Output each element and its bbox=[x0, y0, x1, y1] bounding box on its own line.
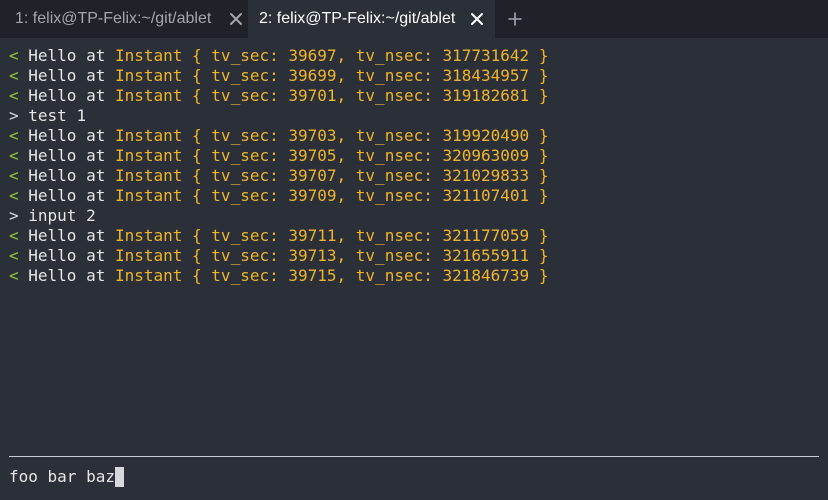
tab-label: 1: felix@TP-Felix:~/git/ablet bbox=[15, 10, 212, 27]
output-line: < Hello at Instant { tv_sec: 39715, tv_n… bbox=[9, 266, 548, 286]
instant-value: Instant { tv_sec: 39707, tv_nsec: 321029… bbox=[114, 166, 549, 185]
output-line: < Hello at Instant { tv_sec: 39697, tv_n… bbox=[9, 46, 548, 66]
tab-bar: 1: felix@TP-Felix:~/git/ablet 2: felix@T… bbox=[0, 0, 828, 38]
line-text: Hello at bbox=[18, 226, 115, 245]
incoming-prompt: < bbox=[9, 66, 19, 85]
command-input[interactable]: foo bar baz bbox=[9, 467, 124, 487]
instant-value: Instant { tv_sec: 39713, tv_nsec: 321655… bbox=[114, 246, 549, 265]
terminal-output: < Hello at Instant { tv_sec: 39697, tv_n… bbox=[9, 46, 548, 286]
output-line: < Hello at Instant { tv_sec: 39705, tv_n… bbox=[9, 146, 548, 166]
tab-1[interactable]: 1: felix@TP-Felix:~/git/ablet bbox=[0, 0, 248, 38]
output-line: < Hello at Instant { tv_sec: 39701, tv_n… bbox=[9, 86, 548, 106]
line-text: Hello at bbox=[18, 126, 115, 145]
text-cursor bbox=[114, 467, 124, 487]
instant-value: Instant { tv_sec: 39697, tv_nsec: 317731… bbox=[114, 46, 549, 65]
divider bbox=[9, 456, 819, 457]
output-line: > input 2 bbox=[9, 206, 548, 226]
line-text: Hello at bbox=[18, 66, 115, 85]
outgoing-prompt: > bbox=[9, 106, 19, 125]
line-text: test 1 bbox=[18, 106, 87, 125]
incoming-prompt: < bbox=[9, 146, 19, 165]
incoming-prompt: < bbox=[9, 186, 19, 205]
line-text: Hello at bbox=[18, 266, 115, 285]
output-line: < Hello at Instant { tv_sec: 39711, tv_n… bbox=[9, 226, 548, 246]
output-line: < Hello at Instant { tv_sec: 39707, tv_n… bbox=[9, 166, 548, 186]
line-text: Hello at bbox=[18, 86, 115, 105]
instant-value: Instant { tv_sec: 39705, tv_nsec: 320963… bbox=[114, 146, 549, 165]
incoming-prompt: < bbox=[9, 266, 19, 285]
incoming-prompt: < bbox=[9, 226, 19, 245]
line-text: Hello at bbox=[18, 166, 115, 185]
close-icon[interactable] bbox=[468, 0, 486, 38]
incoming-prompt: < bbox=[9, 166, 19, 185]
line-text: Hello at bbox=[18, 46, 115, 65]
output-line: < Hello at Instant { tv_sec: 39709, tv_n… bbox=[9, 186, 548, 206]
incoming-prompt: < bbox=[9, 46, 19, 65]
incoming-prompt: < bbox=[9, 126, 19, 145]
output-line: < Hello at Instant { tv_sec: 39703, tv_n… bbox=[9, 126, 548, 146]
line-text: input 2 bbox=[18, 206, 96, 225]
output-line: < Hello at Instant { tv_sec: 39699, tv_n… bbox=[9, 66, 548, 86]
tab-2[interactable]: 2: felix@TP-Felix:~/git/ablet bbox=[248, 0, 495, 38]
incoming-prompt: < bbox=[9, 246, 19, 265]
instant-value: Instant { tv_sec: 39703, tv_nsec: 319920… bbox=[114, 126, 549, 145]
instant-value: Instant { tv_sec: 39699, tv_nsec: 318434… bbox=[114, 66, 549, 85]
instant-value: Instant { tv_sec: 39701, tv_nsec: 319182… bbox=[114, 86, 549, 105]
line-text: Hello at bbox=[18, 186, 115, 205]
outgoing-prompt: > bbox=[9, 206, 19, 225]
plus-icon[interactable] bbox=[505, 0, 525, 38]
instant-value: Instant { tv_sec: 39711, tv_nsec: 321177… bbox=[114, 226, 549, 245]
line-text: Hello at bbox=[18, 146, 115, 165]
line-text: Hello at bbox=[18, 246, 115, 265]
instant-value: Instant { tv_sec: 39715, tv_nsec: 321846… bbox=[114, 266, 549, 285]
instant-value: Instant { tv_sec: 39709, tv_nsec: 321107… bbox=[114, 186, 549, 205]
incoming-prompt: < bbox=[9, 86, 19, 105]
output-line: < Hello at Instant { tv_sec: 39713, tv_n… bbox=[9, 246, 548, 266]
tab-label: 2: felix@TP-Felix:~/git/ablet bbox=[259, 10, 456, 27]
output-line: > test 1 bbox=[9, 106, 548, 126]
close-icon[interactable] bbox=[227, 0, 245, 38]
command-input-value: foo bar baz bbox=[9, 467, 115, 486]
